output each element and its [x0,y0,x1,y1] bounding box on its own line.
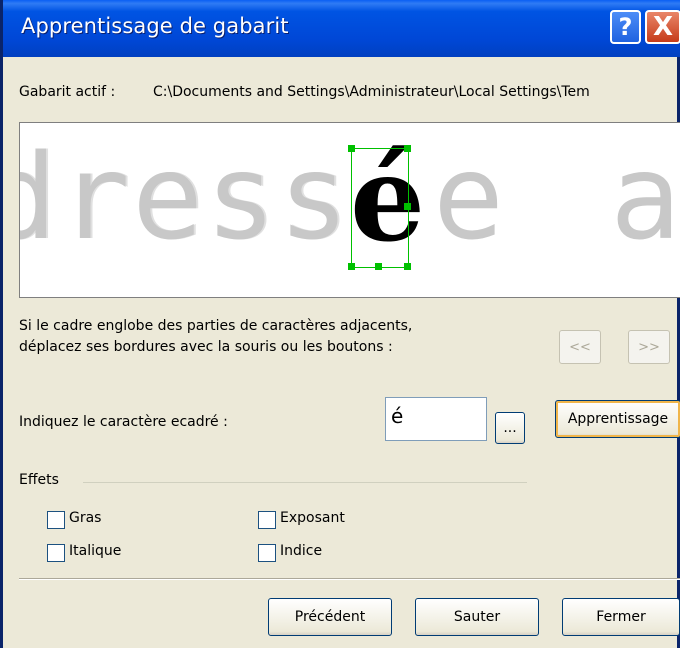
move-left-button[interactable]: << [559,330,601,364]
frame-handle-bottom[interactable] [375,263,382,270]
effects-group-title: Effets [19,472,59,488]
learn-button[interactable]: Apprentissage [555,400,680,438]
bottom-separator [19,578,680,580]
close-button[interactable]: Fermer [562,598,680,636]
skip-button[interactable]: Sauter [415,598,539,636]
effects-group-line [83,482,527,483]
italic-checkbox[interactable] [47,544,65,562]
frame-handle-top-left[interactable] [348,145,355,152]
close-icon: X [652,12,674,42]
learn-label: Apprentissage [567,411,669,427]
superscript-checkbox[interactable] [258,511,276,529]
preview-text-after: e [433,128,505,266]
close-window-button[interactable]: X [645,10,680,44]
previous-label: Précédent [294,609,366,625]
move-left-label: << [569,339,591,355]
move-right-label: >> [638,339,660,355]
instruction-line-1: Si le cadre englobe des parties de carac… [19,318,413,334]
skip-label: Sauter [453,609,501,625]
frame-handle-top-right[interactable] [404,145,411,152]
char-field-label: Indiquez le caractère ecadré : [19,414,228,430]
help-button[interactable]: ? [610,10,641,44]
instruction-line-2: déplacez ses bordures avec la souris ou … [19,339,393,355]
frame-handle-bottom-left[interactable] [348,263,355,270]
preview-text-far: a: [610,128,680,266]
window-title: Apprentissage de gabarit [21,14,289,38]
selection-frame[interactable] [351,148,409,268]
previous-button[interactable]: Précédent [268,598,392,636]
subscript-label: Indice [280,543,323,559]
italic-label: Italique [69,543,122,559]
char-input[interactable]: é [385,397,487,441]
frame-handle-bottom-right[interactable] [404,263,411,270]
move-right-button[interactable]: >> [628,330,670,364]
browse-button[interactable]: ... [495,412,525,444]
frame-handle-right[interactable] [404,203,411,210]
active-template-path: C:\Documents and Settings\Administrateur… [153,84,590,100]
browse-label: ... [503,420,517,436]
superscript-label: Exposant [280,510,345,526]
active-template-label: Gabarit actif : [19,84,116,100]
preview-text-before: dress [19,128,352,266]
bold-label: Gras [69,510,102,526]
subscript-checkbox[interactable] [258,544,276,562]
bold-checkbox[interactable] [47,511,65,529]
dialog-window: Apprentissage de gabarit ? X Gabarit act… [0,0,680,648]
close-label: Fermer [596,609,646,625]
title-bar[interactable]: Apprentissage de gabarit ? X [3,0,680,57]
glyph-preview[interactable]: dress e a: é [19,122,680,298]
help-icon: ? [618,13,633,41]
